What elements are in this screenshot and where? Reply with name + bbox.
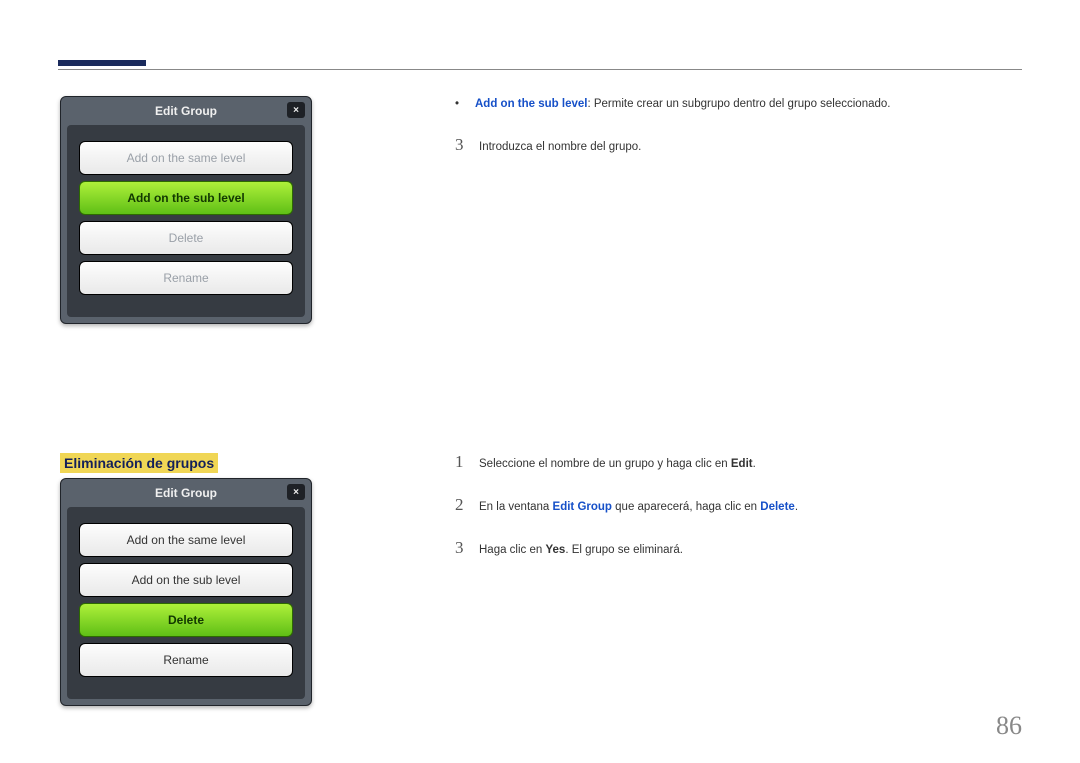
header-accent <box>58 60 146 66</box>
text-fragment: En la ventana <box>479 501 553 513</box>
bullet-description: : Permite crear un subgrupo dentro del g… <box>587 98 890 110</box>
rename-button[interactable]: Rename <box>79 643 293 677</box>
step-3: 3 Haga clic en Yes. El grupo se eliminar… <box>455 534 1020 561</box>
add-same-level-button[interactable]: Add on the same level <box>79 523 293 557</box>
term-add-sub-level: Add on the sub level <box>475 98 587 110</box>
step-3: 3 Introduzca el nombre del grupo. <box>455 131 1020 158</box>
step-text: En la ventana Edit Group que aparecerá, … <box>479 498 798 516</box>
text-fragment: . <box>753 458 756 470</box>
step-number: 1 <box>455 448 479 475</box>
edit-group-dialog-sublevel: Edit Group × Add on the same level Add o… <box>60 96 312 324</box>
bullet-icon: • <box>455 96 475 113</box>
delete-button[interactable]: Delete <box>79 603 293 637</box>
add-sub-level-button[interactable]: Add on the sub level <box>79 181 293 215</box>
step-2: 2 En la ventana Edit Group que aparecerá… <box>455 491 1020 518</box>
close-icon[interactable]: × <box>287 484 305 500</box>
text-fragment: . <box>795 501 798 513</box>
add-sub-level-button[interactable]: Add on the sub level <box>79 563 293 597</box>
delete-button[interactable]: Delete <box>79 221 293 255</box>
dialog-titlebar: Edit Group × <box>61 479 311 507</box>
text-fragment: que aparecerá, haga clic en <box>612 501 760 513</box>
step-text: Introduzca el nombre del grupo. <box>479 138 641 156</box>
text-fragment: Seleccione el nombre de un grupo y haga … <box>479 458 731 470</box>
section-heading: Eliminación de grupos <box>60 453 218 473</box>
text-fragment: Haga clic en <box>479 544 545 556</box>
bullet-item: • Add on the sub level: Permite crear un… <box>455 96 1020 113</box>
instructions-block-1: • Add on the sub level: Permite crear un… <box>455 96 1020 174</box>
dialog-body: Add on the same level Add on the sub lev… <box>67 125 305 317</box>
term-edit: Edit <box>731 458 753 470</box>
step-text: Seleccione el nombre de un grupo y haga … <box>479 455 756 473</box>
text-fragment: . El grupo se eliminará. <box>565 544 683 556</box>
bullet-text: Add on the sub level: Permite crear un s… <box>475 96 890 113</box>
instructions-block-2: 1 Seleccione el nombre de un grupo y hag… <box>455 448 1020 578</box>
dialog-title: Edit Group <box>155 104 217 118</box>
dialog-body: Add on the same level Add on the sub lev… <box>67 507 305 699</box>
rename-button[interactable]: Rename <box>79 261 293 295</box>
add-same-level-button[interactable]: Add on the same level <box>79 141 293 175</box>
term-edit-group: Edit Group <box>553 501 612 513</box>
close-icon[interactable]: × <box>287 102 305 118</box>
step-text: Haga clic en Yes. El grupo se eliminará. <box>479 541 683 559</box>
dialog-title: Edit Group <box>155 486 217 500</box>
step-number: 3 <box>455 131 479 158</box>
term-yes: Yes <box>545 544 565 556</box>
header-divider <box>58 69 1022 70</box>
step-number: 2 <box>455 491 479 518</box>
step-1: 1 Seleccione el nombre de un grupo y hag… <box>455 448 1020 475</box>
edit-group-dialog-delete: Edit Group × Add on the same level Add o… <box>60 478 312 706</box>
page-number: 86 <box>996 711 1022 741</box>
term-delete: Delete <box>760 501 795 513</box>
dialog-titlebar: Edit Group × <box>61 97 311 125</box>
step-number: 3 <box>455 534 479 561</box>
